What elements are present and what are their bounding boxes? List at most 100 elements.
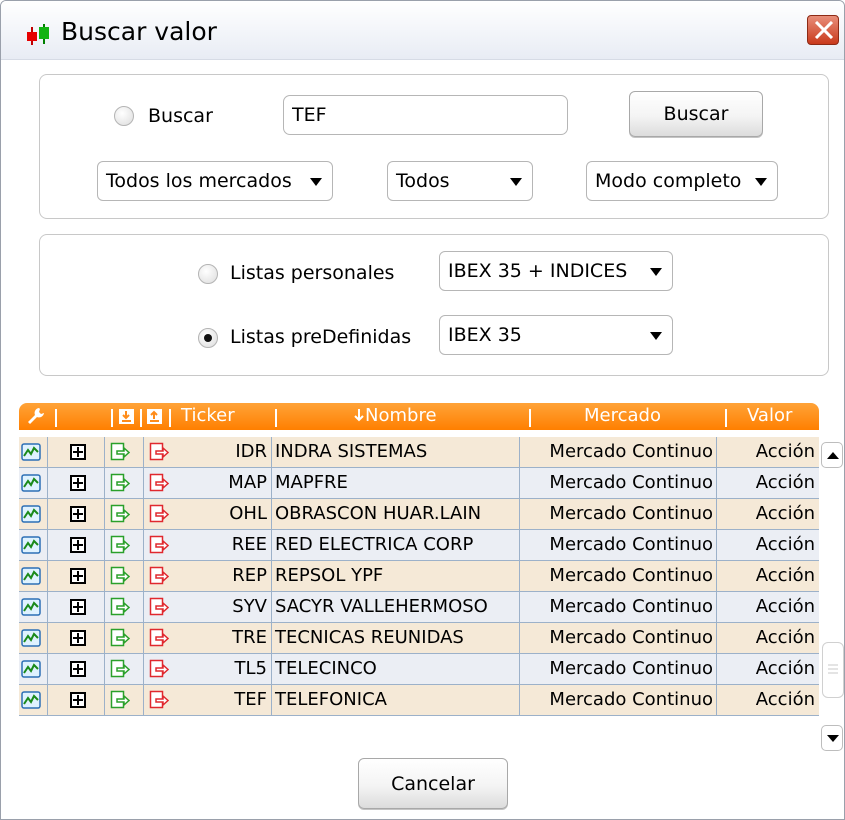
table-row[interactable]: SYV SACYR VALLEHERMOSO Mercado Continuo Acc… <box>19 592 819 623</box>
grid-line <box>716 437 717 467</box>
grid-line <box>271 623 272 653</box>
add-icon[interactable] <box>70 661 86 677</box>
header-separator <box>275 409 277 427</box>
grid-line <box>143 530 144 560</box>
chart-icon[interactable] <box>21 442 41 462</box>
export-row-icon[interactable] <box>149 566 169 586</box>
column-header-ticker[interactable]: Ticker <box>181 406 235 426</box>
import-row-icon[interactable] <box>110 442 130 462</box>
sort-down-icon <box>354 409 364 422</box>
predefined-list-value: IBEX 35 <box>448 324 522 346</box>
export-row-icon[interactable] <box>149 504 169 524</box>
search-input[interactable] <box>283 95 568 135</box>
scrollbar-thumb[interactable] <box>822 642 844 698</box>
buscar-button[interactable]: Buscar <box>629 91 763 137</box>
grid-line <box>143 561 144 591</box>
add-icon[interactable] <box>70 599 86 615</box>
arrow-up-icon <box>827 452 839 459</box>
column-header-nombre[interactable]: Nombre <box>353 406 437 426</box>
close-button[interactable] <box>807 15 839 45</box>
import-row-icon[interactable] <box>110 535 130 555</box>
grid-line <box>143 623 144 653</box>
title-bar[interactable]: Buscar valor <box>1 1 844 60</box>
grid-line <box>143 437 144 467</box>
add-icon[interactable] <box>70 475 86 491</box>
market-select-value: Todos los mercados <box>106 170 292 192</box>
add-icon[interactable] <box>70 444 86 460</box>
column-header-valor[interactable]: Valor <box>747 406 792 426</box>
export-row-icon[interactable] <box>149 535 169 555</box>
market-select[interactable]: Todos los mercados <box>97 161 333 201</box>
chart-icon[interactable] <box>21 566 41 586</box>
grid-line <box>143 468 144 498</box>
grid-line <box>47 530 48 560</box>
table-row[interactable]: TL5 TELECINCO Mercado Continuo Acción <box>19 654 819 685</box>
table-row[interactable]: REP REPSOL YPF Mercado Continuo Acción <box>19 561 819 592</box>
export-row-icon[interactable] <box>149 690 169 710</box>
grid-line <box>143 499 144 529</box>
header-separator <box>111 409 113 427</box>
mode-select-value: Modo completo <box>595 170 742 192</box>
table-row[interactable]: REE RED ELECTRICA CORP Mercado Continuo Acc… <box>19 530 819 561</box>
import-row-icon[interactable] <box>110 659 130 679</box>
valor-cell: Acción <box>755 658 815 679</box>
buscar-radio[interactable] <box>114 106 134 126</box>
chart-icon[interactable] <box>21 659 41 679</box>
nombre-cell: SACYR VALLEHERMOSO <box>275 596 488 617</box>
table-row[interactable]: IDR INDRA SISTEMAS Mercado Continuo Acción <box>19 437 819 468</box>
export-row-icon[interactable] <box>149 628 169 648</box>
chart-icon[interactable] <box>21 628 41 648</box>
import-row-icon[interactable] <box>110 628 130 648</box>
chart-icon[interactable] <box>21 504 41 524</box>
cancelar-button[interactable]: Cancelar <box>358 758 508 809</box>
grid-line <box>104 530 105 560</box>
personal-list-select[interactable]: IBEX 35 + INDICES <box>439 251 673 291</box>
chart-icon[interactable] <box>21 535 41 555</box>
export-row-icon[interactable] <box>149 473 169 493</box>
grid-line <box>47 468 48 498</box>
add-icon[interactable] <box>70 537 86 553</box>
listas-personales-radio[interactable] <box>198 264 218 284</box>
table-row[interactable]: MAP MAPFRE Mercado Continuo Acción <box>19 468 819 499</box>
export-icon[interactable] <box>146 408 163 425</box>
import-icon[interactable] <box>118 408 135 425</box>
wrench-icon[interactable] <box>27 407 45 425</box>
column-header-mercado[interactable]: Mercado <box>584 406 661 426</box>
listas-predefinidas-radio[interactable] <box>198 328 218 348</box>
export-row-icon[interactable] <box>149 442 169 462</box>
grid-line <box>716 592 717 622</box>
add-icon[interactable] <box>70 630 86 646</box>
chart-icon[interactable] <box>21 690 41 710</box>
mercado-cell: Mercado Continuo <box>549 534 713 555</box>
chart-icon[interactable] <box>21 597 41 617</box>
add-icon[interactable] <box>70 568 86 584</box>
nombre-cell: RED ELECTRICA CORP <box>275 534 474 555</box>
grid-line <box>716 499 717 529</box>
chart-icon[interactable] <box>21 473 41 493</box>
table-row[interactable]: TEF TELEFONICA Mercado Continuo Acción <box>19 685 819 716</box>
export-row-icon[interactable] <box>149 659 169 679</box>
import-row-icon[interactable] <box>110 690 130 710</box>
import-row-icon[interactable] <box>110 473 130 493</box>
valor-cell: Acción <box>755 472 815 493</box>
table-row[interactable]: TRE TECNICAS REUNIDAS Mercado Continuo Acci… <box>19 623 819 654</box>
import-row-icon[interactable] <box>110 566 130 586</box>
column-header-nombre-label: Nombre <box>365 405 437 426</box>
scroll-up-button[interactable] <box>821 442 843 468</box>
add-icon[interactable] <box>70 506 86 522</box>
predefined-list-select[interactable]: IBEX 35 <box>439 315 673 355</box>
grid-line <box>519 499 520 529</box>
table-row[interactable]: OHL OBRASCON HUAR.LAIN Mercado Continuo Acc… <box>19 499 819 530</box>
listas-predefinidas-label: Listas preDefinidas <box>230 326 412 348</box>
valor-cell: Acción <box>755 534 815 555</box>
type-select[interactable]: Todos <box>387 161 533 201</box>
mode-select[interactable]: Modo completo <box>586 161 778 201</box>
nombre-cell: TELECINCO <box>275 658 377 679</box>
add-icon[interactable] <box>70 692 86 708</box>
grid-line <box>519 561 520 591</box>
scroll-down-button[interactable] <box>821 725 843 751</box>
grid-line <box>716 530 717 560</box>
import-row-icon[interactable] <box>110 504 130 524</box>
import-row-icon[interactable] <box>110 597 130 617</box>
export-row-icon[interactable] <box>149 597 169 617</box>
